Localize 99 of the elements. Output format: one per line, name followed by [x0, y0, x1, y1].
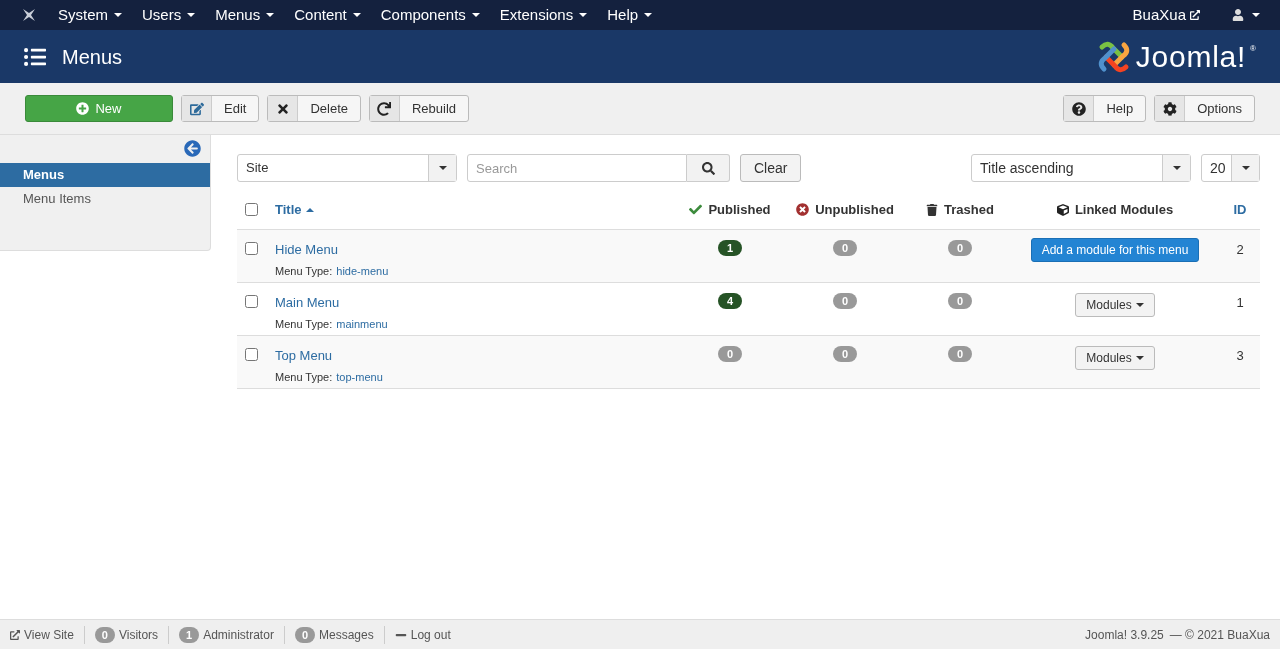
menu-type-link[interactable]: mainmenu — [336, 315, 388, 332]
row-checkbox[interactable] — [245, 242, 258, 255]
limit-select[interactable]: 20 — [1201, 154, 1260, 182]
caret-icon — [471, 13, 480, 17]
user-icon — [1232, 9, 1244, 21]
row-checkbox[interactable] — [245, 348, 258, 361]
caret-icon — [114, 13, 122, 17]
site-link[interactable]: BuaXua — [1132, 3, 1200, 27]
caret-icon — [644, 13, 653, 17]
row-checkbox[interactable] — [245, 295, 258, 308]
column-header: Published — [708, 200, 771, 219]
modules-dropdown-button[interactable]: Modules — [1075, 293, 1155, 317]
logo-text: Joomla! — [1135, 41, 1247, 72]
nav-menu[interactable]: Users — [142, 3, 196, 27]
toolbar-button[interactable]: Rebuild — [369, 95, 470, 122]
column-header[interactable]: Title — [275, 199, 314, 220]
plus-icon — [76, 102, 90, 115]
count-badge: 0 — [833, 293, 857, 309]
menu-title-link[interactable]: Hide Menu — [275, 240, 338, 260]
caret-icon — [1172, 166, 1181, 170]
menu-type-label: Menu Type: — [275, 316, 333, 332]
view-site-link[interactable]: View Site — [10, 625, 74, 644]
caret-icon — [579, 13, 588, 17]
column-header: Unpublished — [815, 200, 894, 219]
caret-icon — [1135, 303, 1144, 307]
user-menu[interactable] — [1232, 9, 1260, 21]
modules-dropdown-button[interactable]: Modules — [1075, 346, 1155, 370]
toolbar-button[interactable]: Edit — [181, 95, 260, 122]
select-all-checkbox[interactable] — [245, 203, 258, 216]
menu-type-link[interactable]: top-menu — [336, 368, 383, 385]
status-label[interactable]: Visitors — [118, 625, 159, 644]
toolbar-button[interactable]: Delete — [267, 95, 361, 122]
cube-icon — [1056, 203, 1069, 216]
collapse-icon[interactable] — [184, 140, 201, 157]
count-badge: 1 — [179, 626, 200, 643]
nav-menu[interactable]: Menus — [215, 3, 275, 27]
clear-button[interactable]: Clear — [740, 154, 802, 182]
list-icon — [24, 45, 46, 68]
count-badge: 0 — [948, 346, 972, 362]
menu-title-link[interactable]: Top Menu — [275, 346, 333, 366]
copyright-text: — © 2021 BuaXua — [1169, 626, 1270, 644]
column-header: Linked Modules — [1074, 200, 1174, 219]
nav-menu[interactable]: System — [58, 3, 122, 27]
id-text: 2 — [1236, 241, 1244, 259]
version-text: Joomla! 3.9.25 — [1085, 626, 1164, 644]
count-badge: 0 — [718, 346, 742, 362]
menu-type-label: Menu Type: — [275, 369, 333, 385]
count-badge: 0 — [294, 626, 315, 643]
trash-icon — [926, 203, 939, 216]
sidebar-item[interactable]: Menu Items — [0, 187, 210, 211]
registered-mark: ® — [1250, 42, 1256, 55]
caret-icon — [352, 13, 361, 17]
toolbar-button[interactable]: Help — [1063, 95, 1147, 122]
menu-type-link[interactable]: hide-menu — [336, 262, 389, 279]
page-title: Menus — [62, 44, 123, 70]
count-badge: 0 — [833, 240, 857, 256]
edit-icon — [189, 101, 204, 116]
count-badge: 1 — [718, 240, 742, 256]
caret-icon — [438, 166, 447, 170]
caret-icon — [187, 13, 196, 17]
column-header[interactable]: ID — [1233, 199, 1247, 220]
column-header: Trashed — [944, 200, 994, 219]
close-icon — [275, 101, 290, 116]
settings-icon — [1162, 101, 1177, 116]
count-badge: 0 — [948, 240, 972, 256]
count-badge: 0 — [94, 626, 115, 643]
nav-menu[interactable]: Extensions — [499, 3, 588, 27]
count-badge: 4 — [718, 293, 742, 309]
caret-icon — [266, 13, 275, 17]
toolbar-button[interactable]: Options — [1154, 95, 1255, 122]
search-field[interactable]: Search — [467, 154, 687, 182]
id-text: 3 — [1236, 347, 1244, 365]
external-link-icon — [10, 629, 20, 640]
logout-link[interactable]: Log out — [383, 625, 451, 644]
search-icon — [701, 161, 715, 175]
menu-title-link[interactable]: Main Menu — [275, 293, 340, 313]
caret-icon — [1135, 356, 1144, 360]
caret-icon — [1252, 13, 1260, 17]
client-select[interactable]: Site — [237, 154, 457, 182]
help-icon — [1071, 101, 1086, 116]
menu-type-label: Menu Type: — [275, 263, 333, 279]
status-label[interactable]: Administrator — [203, 625, 274, 644]
add-module-button[interactable]: Add a module for this menu — [1030, 238, 1200, 262]
count-badge: 0 — [833, 346, 857, 362]
search-button[interactable] — [687, 154, 730, 182]
id-text: 1 — [1236, 294, 1244, 312]
status-label[interactable]: Messages — [319, 625, 374, 644]
ordering-select[interactable]: Title ascending — [971, 154, 1191, 182]
count-badge: 0 — [948, 293, 972, 309]
external-link-icon — [1190, 10, 1200, 20]
sort-icon — [305, 207, 314, 212]
nav-menu[interactable]: Help — [607, 3, 653, 27]
check-icon — [689, 203, 703, 216]
nav-menu[interactable]: Components — [380, 3, 480, 27]
caret-icon — [1241, 166, 1250, 170]
redo-icon — [377, 101, 392, 116]
sidebar-item[interactable]: Menus — [0, 163, 210, 187]
nav-menu[interactable]: Content — [294, 3, 361, 27]
logo-icon[interactable] — [20, 6, 38, 24]
